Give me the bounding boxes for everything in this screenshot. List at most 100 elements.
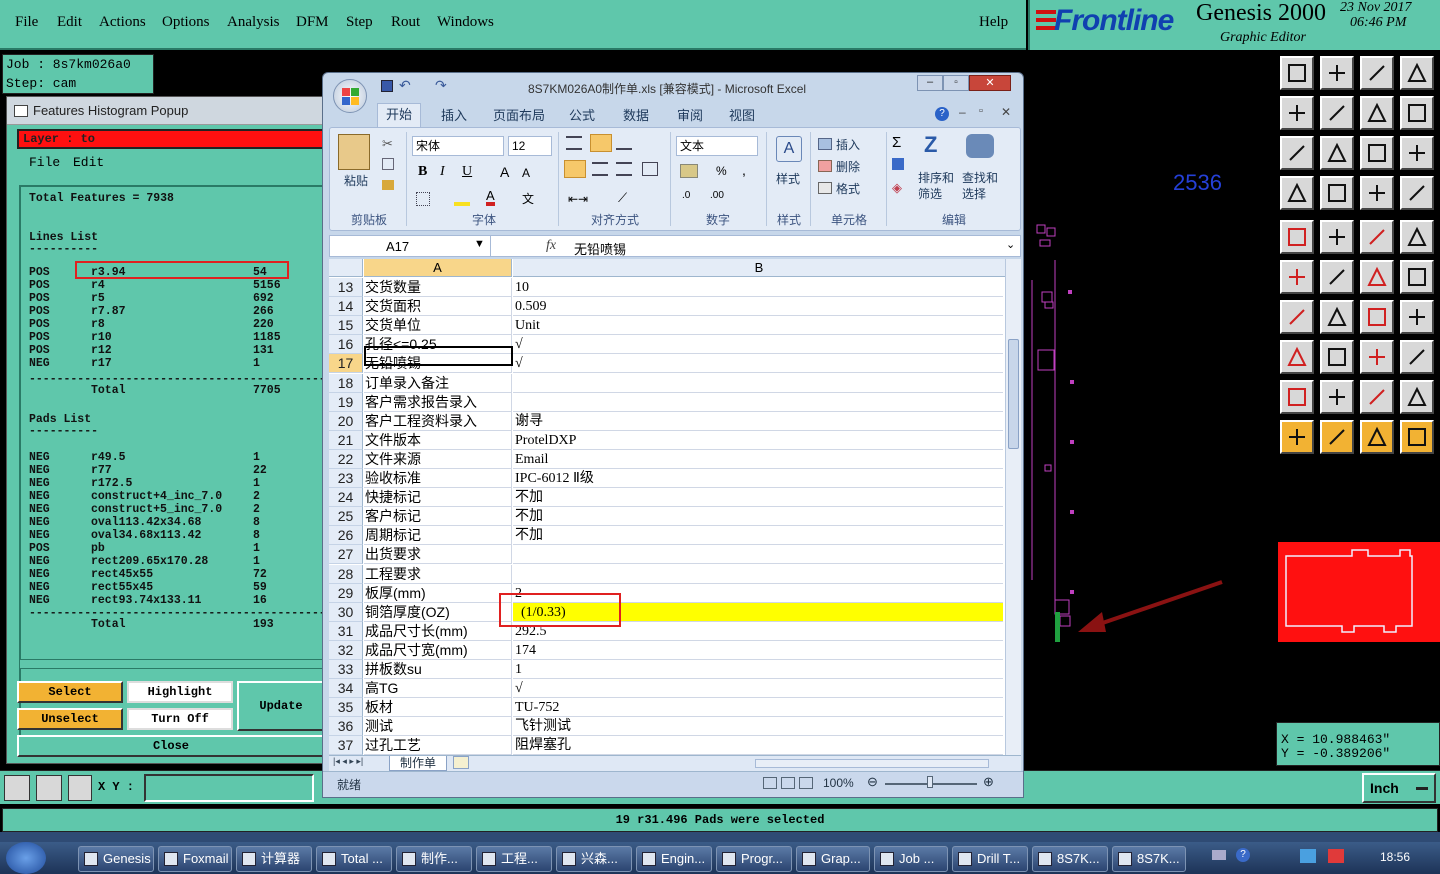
cell-a[interactable]: 订单录入备注 <box>364 373 512 393</box>
ribbon-tab-4[interactable]: 数据 <box>623 105 649 124</box>
row-header[interactable]: 18 <box>329 373 363 393</box>
home-icon[interactable] <box>1360 56 1394 90</box>
delete-label[interactable]: 删除 <box>836 158 860 175</box>
unselect-button[interactable]: Unselect <box>17 708 123 730</box>
pad-count[interactable]: 1 <box>253 477 260 490</box>
zoom-tool-icon[interactable] <box>4 775 30 801</box>
row-header[interactable]: 24 <box>329 488 363 508</box>
cell-b[interactable]: √ <box>513 335 1003 355</box>
cell-a[interactable]: 交货面积 <box>364 297 512 317</box>
zoom-level[interactable]: 100% <box>823 776 854 790</box>
pad-pol[interactable]: NEG <box>29 451 50 464</box>
cell-a[interactable]: 测试 <box>364 717 512 737</box>
horizontal-scrollbar[interactable] <box>755 759 989 768</box>
workbook-close-icon[interactable]: ✕ <box>1001 105 1011 119</box>
cell-b[interactable]: 不加 <box>513 526 1003 546</box>
row-header[interactable]: 22 <box>329 449 363 469</box>
format-label[interactable]: 格式 <box>836 180 860 197</box>
row-header[interactable]: 30 <box>329 602 363 622</box>
row-header[interactable]: 35 <box>329 698 363 718</box>
pointer-node-icon[interactable] <box>1400 420 1434 454</box>
align-middle-icon[interactable] <box>590 134 612 152</box>
cross-icon[interactable] <box>1320 260 1354 294</box>
pad-pol[interactable]: NEG <box>29 477 50 490</box>
menu-actions[interactable]: Actions <box>99 14 146 31</box>
row-header[interactable]: 20 <box>329 411 363 431</box>
pad-count[interactable]: 2 <box>253 503 260 516</box>
pad-sym[interactable]: rect209.65x170.28 <box>91 555 208 568</box>
fit-icon[interactable] <box>1280 136 1314 170</box>
taskbar-item[interactable]: Engin... <box>636 846 712 872</box>
update-button[interactable]: Update <box>237 681 325 731</box>
row-header[interactable]: 16 <box>329 335 363 355</box>
menu-file[interactable]: File <box>15 14 38 31</box>
fx-icon[interactable]: fx <box>546 238 556 254</box>
slash2-icon[interactable] <box>1320 300 1354 334</box>
insert-label[interactable]: 插入 <box>836 136 860 153</box>
cell-a[interactable]: 拼板数su <box>364 660 512 679</box>
cut-icon[interactable]: ✂ <box>382 136 393 152</box>
pad-icon[interactable] <box>1400 220 1434 254</box>
pad-pol[interactable]: NEG <box>29 490 50 503</box>
pad-sym[interactable]: r172.5 <box>91 477 132 490</box>
name-box-dropdown-icon[interactable]: ▼ <box>474 238 485 250</box>
scale-icon[interactable] <box>1360 136 1394 170</box>
maximize-icon[interactable]: ▫ <box>943 75 969 91</box>
pad-count[interactable]: 1 <box>253 451 260 464</box>
pad-count[interactable]: 8 <box>253 529 260 542</box>
pad-pol[interactable]: NEG <box>29 568 50 581</box>
pad-count[interactable]: 2 <box>253 490 260 503</box>
redo-icon[interactable]: ↷ <box>435 77 447 94</box>
popup-menu-edit[interactable]: Edit <box>73 155 113 170</box>
close-button[interactable]: Close <box>17 735 325 757</box>
menu-dfm[interactable]: DFM <box>296 14 329 31</box>
comma-icon[interactable]: , <box>742 162 746 178</box>
minimize-icon[interactable]: – <box>917 75 943 91</box>
paste-icon[interactable] <box>338 134 370 170</box>
row-header[interactable]: 27 <box>329 545 363 565</box>
pattern-icon[interactable] <box>1400 340 1434 374</box>
ribbon-minimize-icon[interactable]: – <box>959 105 966 119</box>
network-tray-icon[interactable] <box>1300 849 1316 863</box>
orientation-icon[interactable]: ⟋ <box>618 190 627 206</box>
cell-b[interactable]: √ <box>513 354 1003 374</box>
taskbar-item[interactable]: 工程... <box>476 846 552 872</box>
close-window-icon[interactable]: ✕ <box>969 75 1011 91</box>
align-right-icon[interactable] <box>616 162 632 176</box>
fill-color-icon[interactable] <box>454 192 470 206</box>
ribbon-restore-icon[interactable]: ▫ <box>979 105 983 117</box>
row-header[interactable]: 15 <box>329 316 363 336</box>
row-header[interactable]: 36 <box>329 717 363 737</box>
pointer2-icon[interactable] <box>1320 420 1354 454</box>
line-pol[interactable]: POS <box>29 305 50 318</box>
cell-b[interactable]: 谢寻 <box>513 412 1003 431</box>
increase-decimal-icon[interactable]: .0 <box>682 190 690 201</box>
taskbar-item[interactable]: 计算器 <box>236 846 312 872</box>
pad-pol[interactable]: NEG <box>29 503 50 516</box>
layer-red-icon[interactable] <box>1360 176 1394 210</box>
row-header[interactable]: 17 <box>329 354 363 374</box>
triangle-icon[interactable] <box>1280 380 1314 414</box>
save-job-icon[interactable] <box>1320 56 1354 90</box>
sort-filter-label[interactable]: 排序和 筛选 <box>918 170 954 202</box>
vertical-scrollbar[interactable] <box>1005 259 1021 755</box>
pad-sym[interactable]: construct+5_inc_7.0 <box>91 503 222 516</box>
number-format-select[interactable]: 文本 <box>676 136 758 156</box>
find-select-icon[interactable] <box>966 134 994 158</box>
select-icon[interactable] <box>1280 220 1314 254</box>
open-job-icon[interactable] <box>1280 56 1314 90</box>
grow-font-icon[interactable]: A <box>500 164 509 180</box>
measure-line-icon[interactable] <box>1360 340 1394 374</box>
cell-b[interactable]: Unit <box>513 316 1003 336</box>
help-icon[interactable]: ? <box>935 107 949 121</box>
menu-edit[interactable]: Edit <box>57 14 82 31</box>
line-count[interactable]: 131 <box>253 344 274 357</box>
pad-count[interactable]: 16 <box>253 594 267 607</box>
pad-count[interactable]: 72 <box>253 568 267 581</box>
cell-a[interactable]: 铜箔厚度(OZ) <box>364 602 512 622</box>
pad-add-icon[interactable] <box>1280 340 1314 374</box>
column-header-b[interactable]: B <box>513 259 1005 277</box>
row-header[interactable]: 21 <box>329 430 363 450</box>
menu-step[interactable]: Step <box>346 14 373 31</box>
cell-a[interactable]: 验收标准 <box>364 469 512 488</box>
